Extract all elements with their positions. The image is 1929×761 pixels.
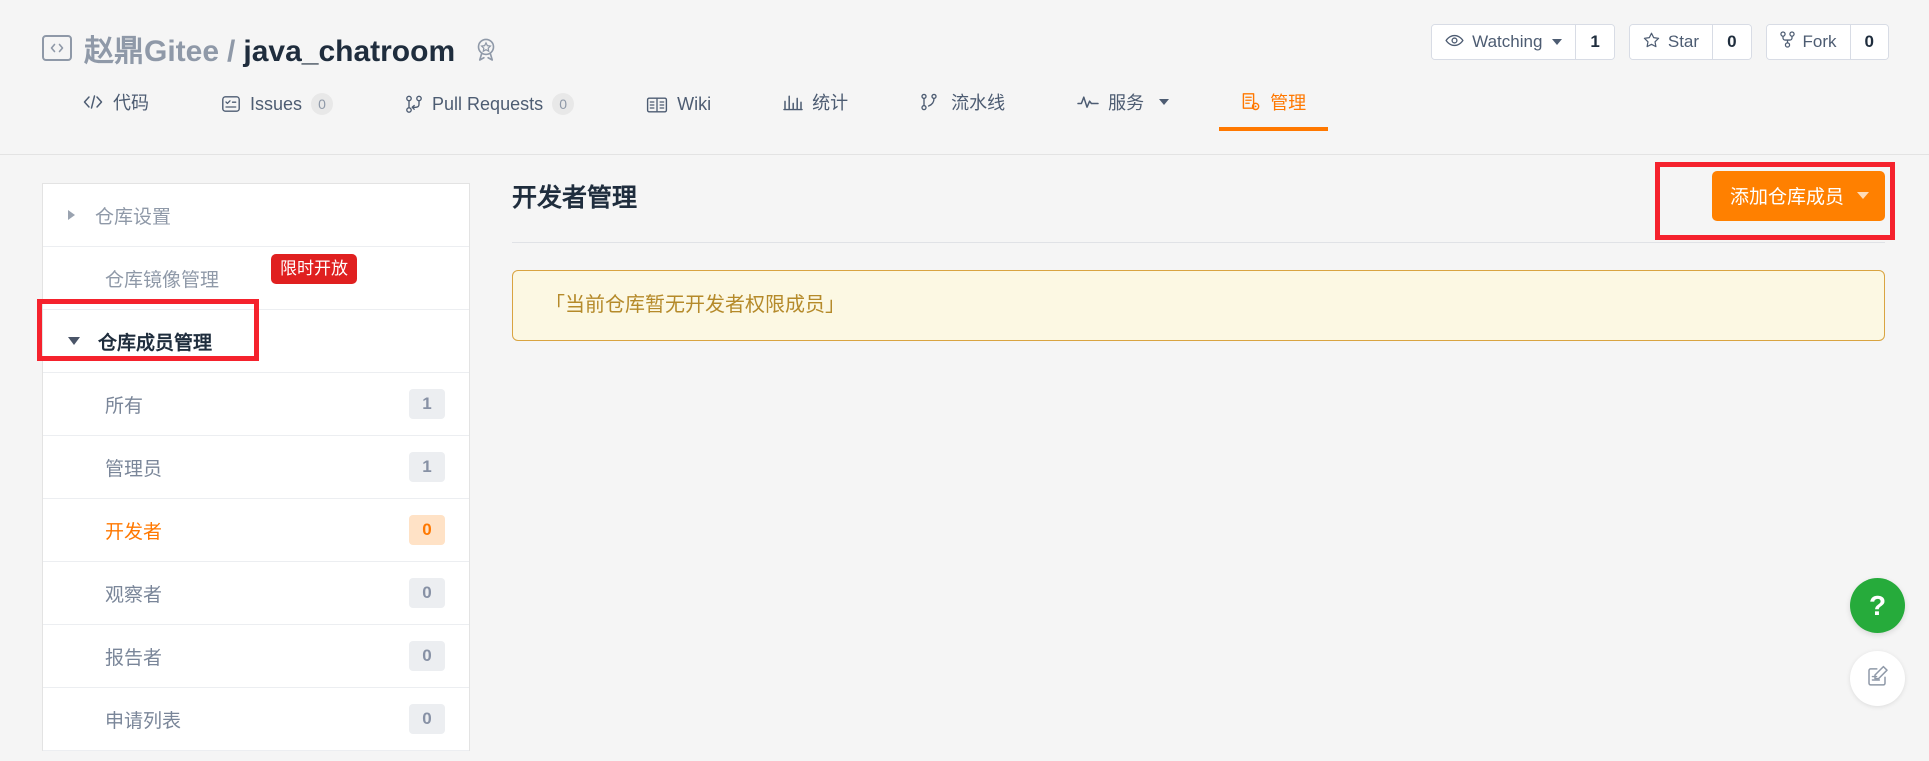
sidebar-item-members-all[interactable]: 所有 1	[43, 373, 469, 436]
sidebar-item-repo-settings[interactable]: 仓库设置	[43, 184, 469, 247]
main-content: 开发者管理 添加仓库成员 「当前仓库暂无开发者权限成员」	[470, 155, 1929, 761]
pull-request-icon	[405, 95, 423, 114]
repo-name-link[interactable]: java_chatroom	[243, 35, 455, 69]
fork-label: Fork	[1802, 32, 1837, 51]
repo-header: 赵鼎Gitee / java_chatroom Watching 1 Star …	[0, 0, 1929, 155]
page-title: 赵鼎Gitee / java_chatroom	[84, 26, 455, 70]
sidebar-item-repo-mirror-management[interactable]: 仓库镜像管理 限时开放	[43, 247, 469, 310]
fork-count[interactable]: 0	[1850, 25, 1888, 59]
pulse-icon	[1077, 94, 1099, 110]
sidebar-item-members-applications[interactable]: 申请列表 0	[43, 688, 469, 751]
watch-button[interactable]: Watching	[1432, 25, 1577, 59]
add-repo-member-label: 添加仓库成员	[1729, 187, 1844, 208]
empty-state-notice: 「当前仓库暂无开发者权限成员」	[512, 270, 1885, 341]
sidebar-item-members-all-label: 所有	[105, 395, 144, 417]
tab-pipeline-label: 流水线	[951, 93, 1006, 113]
code-icon	[82, 94, 104, 110]
star-icon	[1643, 32, 1660, 53]
tab-code-label: 代码	[113, 93, 149, 113]
tab-pull-requests-label: Pull Requests	[432, 93, 544, 114]
sidebar-item-members-reporter-count: 0	[409, 641, 445, 671]
feedback-edit-icon	[1865, 663, 1891, 694]
star-count[interactable]: 0	[1713, 25, 1751, 59]
sidebar: 仓库设置 仓库镜像管理 限时开放 仓库成员管理 所有 1 管理员 1 开发者 0	[0, 155, 470, 761]
pipeline-icon	[920, 93, 942, 111]
limited-time-badge: 限时开放	[271, 254, 357, 284]
fork-button-group[interactable]: Fork 0	[1765, 24, 1889, 60]
sidebar-item-members-applications-label: 申请列表	[105, 710, 182, 732]
title-separator: /	[227, 35, 236, 68]
sidebar-item-members-observer-count: 0	[409, 578, 445, 608]
add-repo-member-button[interactable]: 添加仓库成员	[1711, 171, 1885, 221]
chevron-down-icon	[1552, 39, 1563, 45]
tab-issues[interactable]: Issues 0	[199, 93, 355, 130]
watch-button-group[interactable]: Watching 1	[1431, 24, 1615, 60]
wiki-book-icon	[646, 96, 668, 114]
tab-services[interactable]: 服务	[1055, 89, 1191, 130]
sidebar-item-repo-member-management[interactable]: 仓库成员管理	[43, 310, 469, 373]
tab-issues-label: Issues	[250, 93, 303, 114]
eye-icon	[1445, 32, 1464, 52]
main-header: 开发者管理 添加仓库成员	[512, 171, 1885, 243]
help-button[interactable]: ?	[1850, 578, 1905, 633]
tab-pull-requests-count: 0	[552, 93, 575, 115]
sidebar-item-repo-settings-label: 仓库设置	[95, 206, 172, 228]
arrow-right-icon	[68, 210, 75, 220]
code-brackets-icon	[42, 35, 72, 61]
sidebar-item-members-applications-count: 0	[409, 704, 445, 734]
sidebar-item-members-admin[interactable]: 管理员 1	[43, 436, 469, 499]
medal-icon	[471, 35, 501, 65]
star-label: Star	[1667, 32, 1700, 51]
main-title: 开发者管理	[512, 184, 638, 212]
chart-bar-icon	[783, 93, 803, 111]
tab-code[interactable]: 代码	[60, 89, 171, 130]
sidebar-item-members-admin-label: 管理员	[105, 458, 163, 480]
issues-icon	[221, 95, 241, 113]
sidebar-item-members-developer[interactable]: 开发者 0	[43, 499, 469, 562]
sidebar-item-members-developer-label: 开发者	[105, 521, 163, 543]
page-body: 仓库设置 仓库镜像管理 限时开放 仓库成员管理 所有 1 管理员 1 开发者 0	[0, 155, 1929, 761]
chevron-down-icon	[1159, 99, 1170, 105]
tab-manage-label: 管理	[1270, 93, 1307, 113]
question-mark-icon: ?	[1868, 589, 1887, 621]
tab-wiki[interactable]: Wiki	[624, 94, 733, 130]
tab-statistics[interactable]: 统计	[761, 89, 870, 130]
sidebar-item-repo-member-management-label: 仓库成员管理	[98, 332, 213, 354]
watch-label: Watching	[1472, 32, 1543, 51]
feedback-button[interactable]	[1850, 651, 1905, 706]
sidebar-item-members-observer-label: 观察者	[105, 584, 163, 606]
repo-nav: 代码 Issues 0 Pull Requests 0 Wiki 统计 流水线 …	[0, 72, 1929, 131]
tab-manage[interactable]: 管理	[1219, 89, 1329, 131]
sidebar-item-members-reporter-label: 报告者	[105, 647, 163, 669]
sidebar-item-members-all-count: 1	[409, 389, 445, 419]
repo-actions: Watching 1 Star 0 Fork 0	[1431, 24, 1889, 60]
fork-icon	[1779, 31, 1795, 53]
sidebar-item-members-developer-count: 0	[409, 515, 445, 545]
star-button-group[interactable]: Star 0	[1628, 24, 1752, 60]
tab-pipeline[interactable]: 流水线	[898, 89, 1027, 130]
star-button[interactable]: Star	[1629, 25, 1714, 59]
tab-pull-requests[interactable]: Pull Requests 0	[383, 93, 596, 130]
sidebar-panel: 仓库设置 仓库镜像管理 限时开放 仓库成员管理 所有 1 管理员 1 开发者 0	[42, 183, 470, 751]
sidebar-item-members-reporter[interactable]: 报告者 0	[43, 625, 469, 688]
sidebar-item-members-observer[interactable]: 观察者 0	[43, 562, 469, 625]
tab-wiki-label: Wiki	[677, 94, 712, 114]
tab-issues-count: 0	[311, 93, 334, 115]
watch-count[interactable]: 1	[1576, 25, 1614, 59]
manage-icon	[1241, 92, 1261, 112]
sidebar-item-members-admin-count: 1	[409, 452, 445, 482]
fork-button[interactable]: Fork	[1766, 25, 1851, 59]
arrow-down-icon	[68, 337, 80, 345]
tab-services-label: 服务	[1108, 93, 1145, 113]
tab-statistics-label: 统计	[812, 93, 849, 113]
chevron-down-icon	[1857, 192, 1869, 199]
repo-owner-link[interactable]: 赵鼎Gitee	[84, 26, 219, 70]
